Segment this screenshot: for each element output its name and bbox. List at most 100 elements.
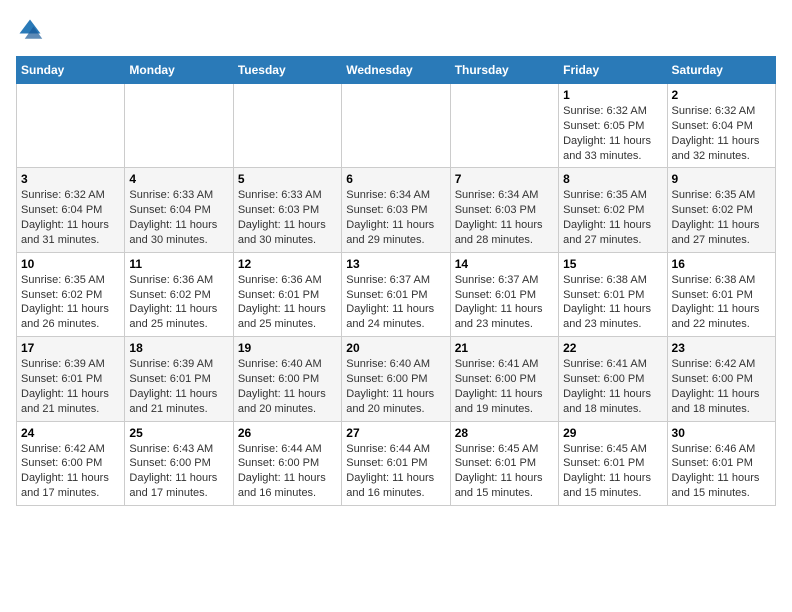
calendar-cell: 5 Sunrise: 6:33 AM Sunset: 6:03 PM Daylig… [233, 168, 341, 252]
calendar-week-3: 17Sunrise: 6:39 AM Sunset: 6:01 PM Dayli… [17, 337, 776, 421]
day-info: Sunrise: 6:37 AM Sunset: 6:01 PM Dayligh… [455, 273, 554, 332]
day-number: 25 [129, 426, 228, 440]
day-number: 30 [672, 426, 771, 440]
calendar-cell: 25 Sunrise: 6:43 AM Sunset: 6:00 PM Dayli… [125, 421, 233, 505]
day-number: 10 [21, 257, 120, 271]
calendar-cell: 2 Sunrise: 6:32 AM Sunset: 6:04 PM Daylig… [667, 84, 775, 168]
calendar-cell: 10 Sunrise: 6:35 AM Sunset: 6:02 PM Dayli… [17, 252, 125, 336]
calendar-week-0: 1Sunrise: 6:32 AM Sunset: 6:05 PM Daylig… [17, 84, 776, 168]
day-info: Sunrise: 6:35 AM Sunset: 6:02 PM Dayligh… [563, 188, 662, 247]
calendar-cell: 24 Sunrise: 6:42 AM Sunset: 6:00 PM Dayli… [17, 421, 125, 505]
calendar-table: SundayMondayTuesdayWednesdayThursdayFrid… [16, 56, 776, 506]
day-info: Sunrise: 6:45 AM Sunset: 6:01 PM Dayligh… [563, 442, 662, 501]
day-number: 20 [346, 341, 445, 355]
day-info: Sunrise: 6:41 AM Sunset: 6:00 PM Dayligh… [455, 357, 554, 416]
calendar-week-1: 3 Sunrise: 6:32 AM Sunset: 6:04 PM Daylig… [17, 168, 776, 252]
col-header-tuesday: Tuesday [233, 57, 341, 84]
day-number: 22 [563, 341, 662, 355]
day-number: 23 [672, 341, 771, 355]
calendar-cell: 23Sunrise: 6:42 AM Sunset: 6:00 PM Dayli… [667, 337, 775, 421]
calendar-cell [450, 84, 558, 168]
calendar-cell [233, 84, 341, 168]
day-info: Sunrise: 6:40 AM Sunset: 6:00 PM Dayligh… [238, 357, 337, 416]
calendar-cell [342, 84, 450, 168]
calendar-week-4: 24 Sunrise: 6:42 AM Sunset: 6:00 PM Dayli… [17, 421, 776, 505]
calendar-cell: 27 Sunrise: 6:44 AM Sunset: 6:01 PM Dayli… [342, 421, 450, 505]
day-number: 3 [21, 172, 120, 186]
day-number: 13 [346, 257, 445, 271]
day-info: Sunrise: 6:36 AM Sunset: 6:02 PM Dayligh… [129, 273, 228, 332]
day-number: 8 [563, 172, 662, 186]
calendar-cell: 6Sunrise: 6:34 AM Sunset: 6:03 PM Daylig… [342, 168, 450, 252]
calendar-cell: 18 Sunrise: 6:39 AM Sunset: 6:01 PM Dayli… [125, 337, 233, 421]
calendar-week-2: 10 Sunrise: 6:35 AM Sunset: 6:02 PM Dayli… [17, 252, 776, 336]
calendar-cell: 11 Sunrise: 6:36 AM Sunset: 6:02 PM Dayli… [125, 252, 233, 336]
day-number: 27 [346, 426, 445, 440]
day-number: 24 [21, 426, 120, 440]
col-header-friday: Friday [559, 57, 667, 84]
calendar-cell: 7 Sunrise: 6:34 AM Sunset: 6:03 PM Daylig… [450, 168, 558, 252]
day-info: Sunrise: 6:43 AM Sunset: 6:00 PM Dayligh… [129, 442, 228, 501]
calendar-cell: 1Sunrise: 6:32 AM Sunset: 6:05 PM Daylig… [559, 84, 667, 168]
calendar-cell: 28 Sunrise: 6:45 AM Sunset: 6:01 PM Dayli… [450, 421, 558, 505]
calendar-cell: 12 Sunrise: 6:36 AM Sunset: 6:01 PM Dayli… [233, 252, 341, 336]
day-info: Sunrise: 6:44 AM Sunset: 6:01 PM Dayligh… [346, 442, 445, 501]
calendar-cell: 30 Sunrise: 6:46 AM Sunset: 6:01 PM Dayli… [667, 421, 775, 505]
calendar-cell: 4 Sunrise: 6:33 AM Sunset: 6:04 PM Daylig… [125, 168, 233, 252]
page-header [16, 16, 776, 44]
col-header-sunday: Sunday [17, 57, 125, 84]
day-number: 29 [563, 426, 662, 440]
logo-icon [16, 16, 44, 44]
day-number: 5 [238, 172, 337, 186]
day-info: Sunrise: 6:35 AM Sunset: 6:02 PM Dayligh… [672, 188, 771, 247]
col-header-monday: Monday [125, 57, 233, 84]
day-number: 19 [238, 341, 337, 355]
day-info: Sunrise: 6:38 AM Sunset: 6:01 PM Dayligh… [563, 273, 662, 332]
calendar-cell: 21 Sunrise: 6:41 AM Sunset: 6:00 PM Dayli… [450, 337, 558, 421]
day-number: 18 [129, 341, 228, 355]
day-info: Sunrise: 6:32 AM Sunset: 6:05 PM Dayligh… [563, 104, 662, 163]
day-info: Sunrise: 6:39 AM Sunset: 6:01 PM Dayligh… [129, 357, 228, 416]
day-info: Sunrise: 6:39 AM Sunset: 6:01 PM Dayligh… [21, 357, 120, 416]
day-info: Sunrise: 6:32 AM Sunset: 6:04 PM Dayligh… [672, 104, 771, 163]
calendar-cell: 13Sunrise: 6:37 AM Sunset: 6:01 PM Dayli… [342, 252, 450, 336]
col-header-thursday: Thursday [450, 57, 558, 84]
day-info: Sunrise: 6:42 AM Sunset: 6:00 PM Dayligh… [21, 442, 120, 501]
day-info: Sunrise: 6:34 AM Sunset: 6:03 PM Dayligh… [346, 188, 445, 247]
calendar-cell: 9Sunrise: 6:35 AM Sunset: 6:02 PM Daylig… [667, 168, 775, 252]
calendar-header-row: SundayMondayTuesdayWednesdayThursdayFrid… [17, 57, 776, 84]
calendar-cell: 3 Sunrise: 6:32 AM Sunset: 6:04 PM Daylig… [17, 168, 125, 252]
day-number: 16 [672, 257, 771, 271]
day-info: Sunrise: 6:40 AM Sunset: 6:00 PM Dayligh… [346, 357, 445, 416]
day-number: 21 [455, 341, 554, 355]
calendar-cell: 16 Sunrise: 6:38 AM Sunset: 6:01 PM Dayli… [667, 252, 775, 336]
day-info: Sunrise: 6:32 AM Sunset: 6:04 PM Dayligh… [21, 188, 120, 247]
day-info: Sunrise: 6:41 AM Sunset: 6:00 PM Dayligh… [563, 357, 662, 416]
calendar-cell: 8 Sunrise: 6:35 AM Sunset: 6:02 PM Daylig… [559, 168, 667, 252]
col-header-wednesday: Wednesday [342, 57, 450, 84]
day-number: 7 [455, 172, 554, 186]
day-number: 28 [455, 426, 554, 440]
day-info: Sunrise: 6:46 AM Sunset: 6:01 PM Dayligh… [672, 442, 771, 501]
calendar-cell: 17Sunrise: 6:39 AM Sunset: 6:01 PM Dayli… [17, 337, 125, 421]
day-number: 12 [238, 257, 337, 271]
day-info: Sunrise: 6:35 AM Sunset: 6:02 PM Dayligh… [21, 273, 120, 332]
calendar-cell: 22 Sunrise: 6:41 AM Sunset: 6:00 PM Dayli… [559, 337, 667, 421]
calendar-cell: 19 Sunrise: 6:40 AM Sunset: 6:00 PM Dayli… [233, 337, 341, 421]
day-number: 26 [238, 426, 337, 440]
day-info: Sunrise: 6:34 AM Sunset: 6:03 PM Dayligh… [455, 188, 554, 247]
calendar-cell: 15 Sunrise: 6:38 AM Sunset: 6:01 PM Dayli… [559, 252, 667, 336]
day-info: Sunrise: 6:33 AM Sunset: 6:04 PM Dayligh… [129, 188, 228, 247]
day-number: 2 [672, 88, 771, 102]
day-info: Sunrise: 6:38 AM Sunset: 6:01 PM Dayligh… [672, 273, 771, 332]
calendar-cell: 29 Sunrise: 6:45 AM Sunset: 6:01 PM Dayli… [559, 421, 667, 505]
day-info: Sunrise: 6:36 AM Sunset: 6:01 PM Dayligh… [238, 273, 337, 332]
calendar-cell: 14Sunrise: 6:37 AM Sunset: 6:01 PM Dayli… [450, 252, 558, 336]
calendar-cell: 20 Sunrise: 6:40 AM Sunset: 6:00 PM Dayli… [342, 337, 450, 421]
day-info: Sunrise: 6:45 AM Sunset: 6:01 PM Dayligh… [455, 442, 554, 501]
logo [16, 16, 48, 44]
day-info: Sunrise: 6:33 AM Sunset: 6:03 PM Dayligh… [238, 188, 337, 247]
day-number: 11 [129, 257, 228, 271]
day-number: 15 [563, 257, 662, 271]
day-number: 4 [129, 172, 228, 186]
